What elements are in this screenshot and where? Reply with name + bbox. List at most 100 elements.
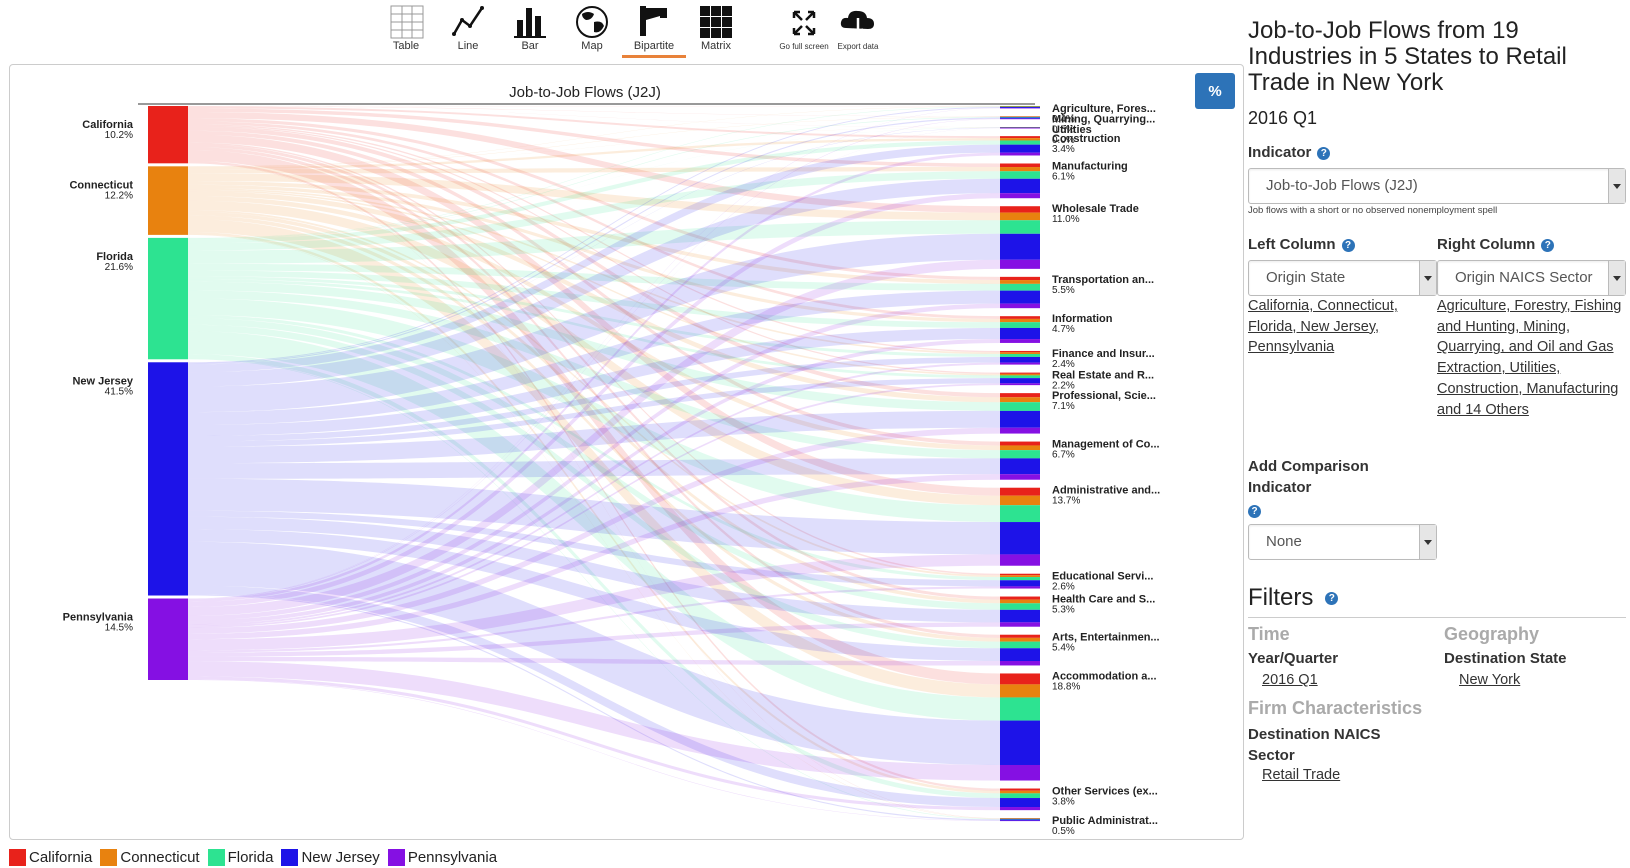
right-node-segment[interactable] [1000, 720, 1040, 765]
right-node-segment[interactable] [1000, 375, 1040, 379]
help-icon[interactable]: ? [1248, 505, 1261, 518]
right-node-segment[interactable] [1000, 637, 1040, 642]
right-node-segment[interactable] [1000, 818, 1040, 820]
right-node-segment[interactable] [1000, 106, 1040, 108]
right-node-segment[interactable] [1000, 193, 1040, 199]
right-node-segment[interactable] [1000, 684, 1040, 698]
right-node-segment[interactable] [1000, 575, 1040, 578]
right-node-segment[interactable] [1000, 807, 1040, 811]
right-node-segment[interactable] [1000, 487, 1040, 496]
destination-naics-value[interactable]: Retail Trade [1262, 765, 1340, 786]
right-node-segment[interactable] [1000, 450, 1040, 459]
legend-item[interactable]: California [9, 848, 92, 866]
right-node-segment[interactable] [1000, 354, 1040, 357]
right-node-segment[interactable] [1000, 107, 1040, 108]
right-node-segment[interactable] [1000, 577, 1040, 581]
right-node-segment[interactable] [1000, 383, 1040, 386]
right-node-segment[interactable] [1000, 362, 1040, 365]
right-node-segment[interactable] [1000, 163, 1040, 168]
right-node-segment[interactable] [1000, 140, 1040, 145]
right-node-segment[interactable] [1000, 819, 1040, 821]
right-node-segment[interactable] [1000, 599, 1040, 604]
right-node-segment[interactable] [1000, 167, 1040, 172]
right-node-segment[interactable] [1000, 372, 1040, 374]
right-node-segment[interactable] [1000, 212, 1040, 221]
left-node-bar[interactable] [148, 362, 188, 596]
right-node-segment[interactable] [1000, 350, 1040, 353]
right-node-segment[interactable] [1000, 136, 1040, 139]
left-node-bar[interactable] [148, 106, 188, 164]
right-node-segment[interactable] [1000, 117, 1040, 119]
right-node-segment[interactable] [1000, 356, 1040, 363]
right-node-segment[interactable] [1000, 573, 1040, 576]
right-node-segment[interactable] [1000, 206, 1040, 213]
legend-item[interactable]: New Jersey [281, 848, 380, 866]
right-node-segment[interactable] [1000, 609, 1040, 623]
right-node-segment[interactable] [1000, 233, 1040, 260]
right-node-segment[interactable] [1000, 290, 1040, 304]
right-node-segment[interactable] [1000, 697, 1040, 721]
right-node-segment[interactable] [1000, 322, 1040, 328]
right-node-segment[interactable] [1000, 458, 1040, 475]
right-node-segment[interactable] [1000, 116, 1040, 118]
help-icon[interactable]: ? [1341, 238, 1355, 252]
left-column-select[interactable]: Origin State [1248, 260, 1437, 296]
right-node-segment[interactable] [1000, 445, 1040, 451]
right-node-segment[interactable] [1000, 378, 1040, 384]
right-node-segment[interactable] [1000, 764, 1040, 781]
right-node-segment[interactable] [1000, 316, 1040, 319]
right-node-segment[interactable] [1000, 495, 1040, 506]
right-node-segment[interactable] [1000, 373, 1040, 376]
right-node-segment[interactable] [1000, 788, 1040, 791]
right-node-segment[interactable] [1000, 171, 1040, 179]
right-node-segment[interactable] [1000, 673, 1040, 685]
right-node-segment[interactable] [1000, 410, 1040, 428]
right-node-segment[interactable] [1000, 793, 1040, 799]
right-node-segment[interactable] [1000, 352, 1040, 355]
year-quarter-value[interactable]: 2016 Q1 [1262, 670, 1318, 691]
right-column-links[interactable]: Agriculture, Forestry, Fishing and Hunti… [1437, 296, 1625, 420]
right-node-segment[interactable] [1000, 441, 1040, 446]
right-node-segment[interactable] [1000, 798, 1040, 808]
right-node-segment[interactable] [1000, 118, 1040, 120]
right-node-segment[interactable] [1000, 790, 1040, 794]
left-column-links[interactable]: California, Connecticut, Florida, New Je… [1248, 296, 1420, 358]
right-node-segment[interactable] [1000, 580, 1040, 587]
right-node-segment[interactable] [1000, 603, 1040, 610]
right-node-segment[interactable] [1000, 318, 1040, 323]
right-node-segment[interactable] [1000, 152, 1040, 156]
right-node-segment[interactable] [1000, 327, 1040, 340]
right-node-segment[interactable] [1000, 622, 1040, 627]
legend-item[interactable]: Florida [207, 848, 273, 866]
right-node-segment[interactable] [1000, 259, 1040, 269]
percent-toggle-button[interactable]: % [1195, 73, 1235, 109]
indicator-select[interactable]: Job-to-Job Flows (J2J) [1248, 168, 1626, 204]
right-node-segment[interactable] [1000, 820, 1040, 822]
right-node-segment[interactable] [1000, 138, 1040, 141]
right-node-segment[interactable] [1000, 280, 1040, 284]
right-node-segment[interactable] [1000, 144, 1040, 153]
right-node-segment[interactable] [1000, 402, 1040, 411]
right-node-segment[interactable] [1000, 397, 1040, 403]
left-node-bar[interactable] [148, 598, 188, 680]
left-node-bar[interactable] [148, 166, 188, 235]
right-node-segment[interactable] [1000, 554, 1040, 566]
right-node-segment[interactable] [1000, 107, 1040, 109]
right-node-segment[interactable] [1000, 127, 1040, 129]
right-node-segment[interactable] [1000, 303, 1040, 309]
right-node-segment[interactable] [1000, 283, 1040, 291]
right-node-segment[interactable] [1000, 427, 1040, 434]
help-icon[interactable]: ? [1541, 238, 1555, 252]
comparison-select[interactable]: None [1248, 524, 1437, 560]
right-node-segment[interactable] [1000, 276, 1040, 281]
right-column-select[interactable]: Origin NAICS Sector [1437, 260, 1626, 296]
right-node-segment[interactable] [1000, 220, 1040, 234]
right-node-segment[interactable] [1000, 648, 1040, 662]
right-node-segment[interactable] [1000, 596, 1040, 600]
right-node-segment[interactable] [1000, 586, 1040, 589]
right-node-segment[interactable] [1000, 522, 1040, 555]
right-node-segment[interactable] [1000, 474, 1040, 480]
right-node-segment[interactable] [1000, 661, 1040, 666]
right-node-segment[interactable] [1000, 393, 1040, 398]
right-node-segment[interactable] [1000, 641, 1040, 649]
